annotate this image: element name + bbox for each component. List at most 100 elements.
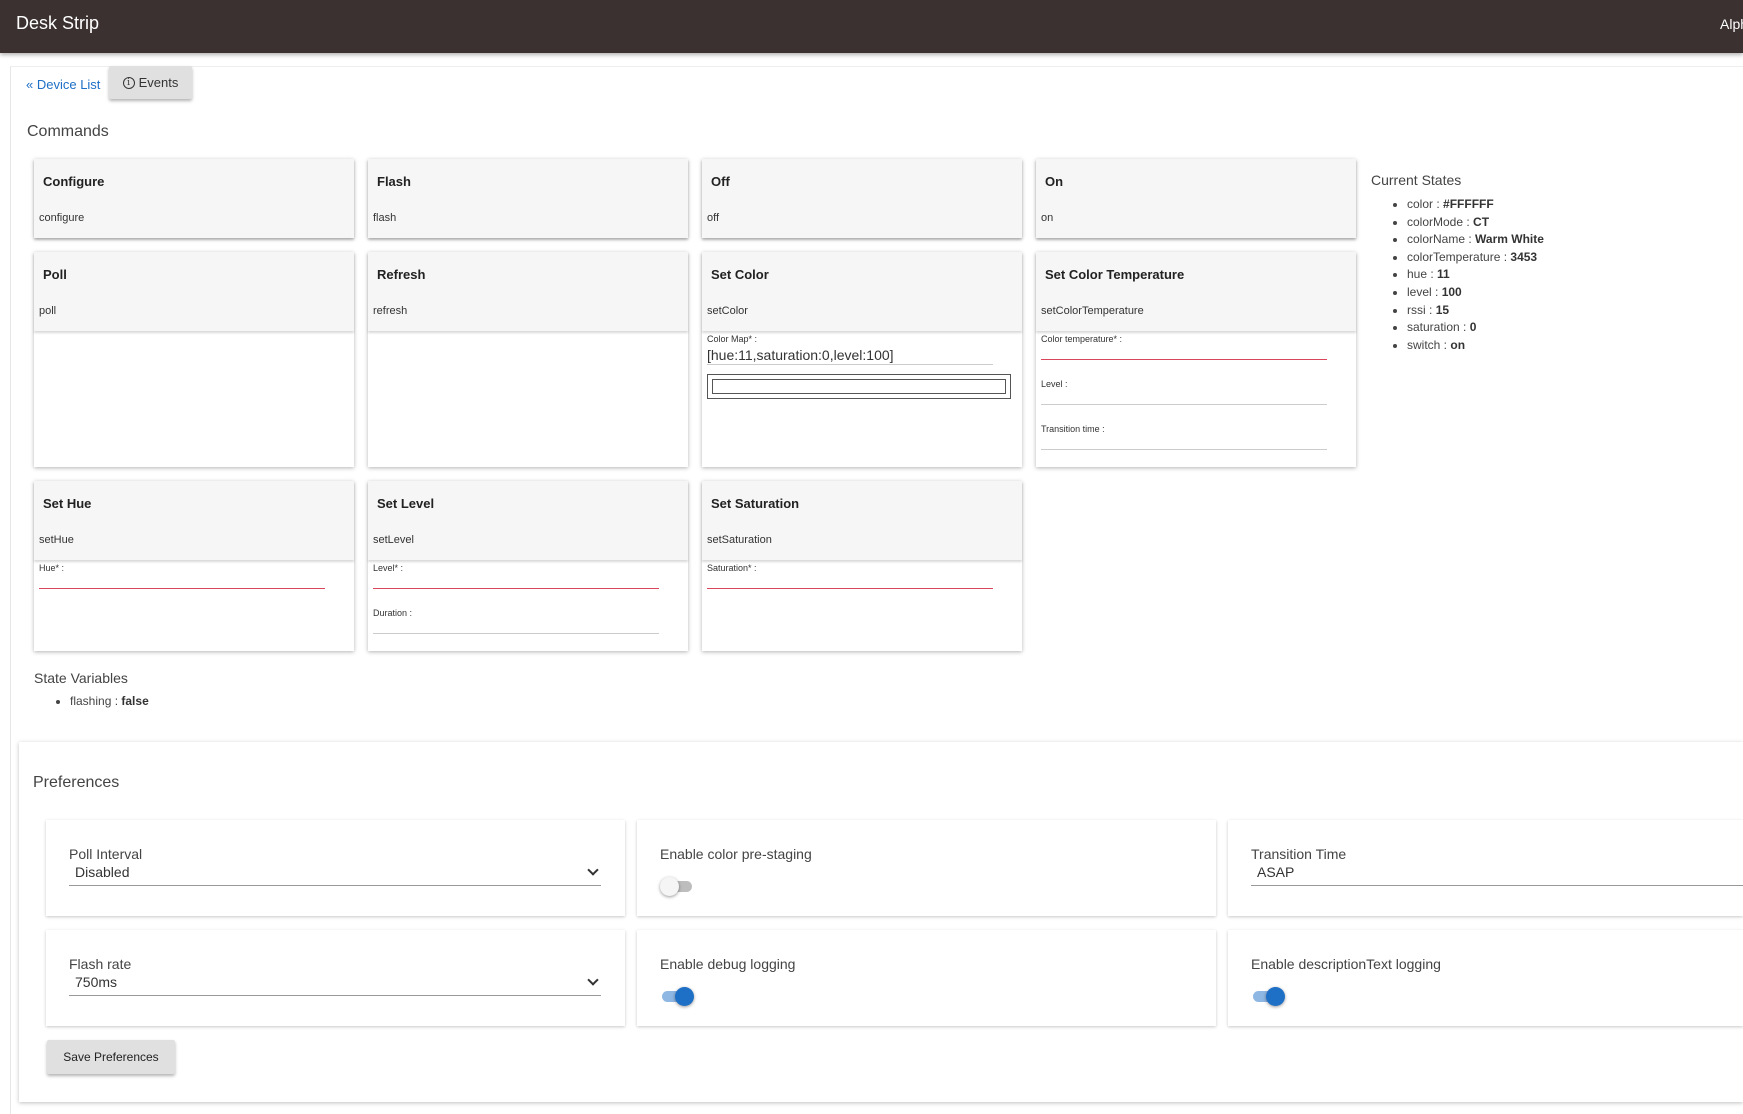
state-item: colorName : Warm White — [1407, 231, 1544, 249]
color-map-input[interactable]: [hue:11,saturation:0,level:100] — [707, 344, 993, 365]
command-method: setLevel — [373, 534, 414, 546]
command-method: off — [707, 212, 720, 224]
chevron-down-icon — [587, 864, 599, 876]
color-temperature-field: Color temperature* : — [1041, 334, 1327, 360]
duration-field: Duration : — [373, 608, 659, 634]
command-set-saturation: Set Saturation setSaturation Saturation*… — [702, 481, 1022, 651]
level-label: Level* : — [373, 563, 404, 573]
pref-transition-time: Transition Time ASAP — [1228, 820, 1743, 916]
command-set-hue: Set Hue setHue Hue* : — [34, 481, 354, 651]
color-swatch — [712, 379, 1006, 394]
level-label: Level : — [1041, 379, 1068, 389]
color-picker[interactable] — [707, 374, 1011, 399]
flash-rate-select[interactable]: 750ms — [69, 974, 601, 996]
level-input[interactable] — [373, 573, 659, 589]
configure-button[interactable]: Configure configure — [34, 159, 354, 238]
pref-debug-logging: Enable debug logging — [637, 930, 1216, 1026]
refresh-button[interactable]: Refresh refresh — [368, 252, 688, 331]
flash-rate-value: 750ms — [75, 974, 118, 990]
command-method: setHue — [39, 534, 74, 546]
command-flash: Flash flash — [368, 159, 688, 238]
set-level-button[interactable]: Set Level setLevel — [368, 481, 688, 560]
transition-time-label: Transition Time — [1251, 846, 1347, 862]
transition-time-input[interactable]: ASAP — [1251, 864, 1743, 886]
state-item: switch : on — [1407, 337, 1544, 355]
command-method: setColorTemperature — [1041, 305, 1144, 317]
off-button[interactable]: Off off — [702, 159, 1022, 238]
pref-poll-interval: Poll Interval Disabled — [46, 820, 625, 916]
save-preferences-button[interactable]: Save Preferences — [47, 1040, 175, 1074]
on-button[interactable]: On on — [1036, 159, 1356, 238]
command-method: poll — [39, 305, 57, 317]
color-map-field: Color Map* : [hue:11,saturation:0,level:… — [707, 334, 993, 365]
set-color-button[interactable]: Set Color setColor — [702, 252, 1022, 331]
pref-flash-rate: Flash rate 750ms — [46, 930, 625, 1026]
command-set-level: Set Level setLevel Level* : Duration : — [368, 481, 688, 651]
command-method: flash — [373, 212, 397, 224]
chevron-down-icon — [587, 974, 599, 986]
command-name: On — [1045, 174, 1064, 189]
state-item: rssi : 15 — [1407, 302, 1544, 320]
poll-interval-value: Disabled — [75, 864, 130, 880]
state-item: hue : 11 — [1407, 266, 1544, 284]
set-hue-button[interactable]: Set Hue setHue — [34, 481, 354, 560]
flash-rate-label: Flash rate — [69, 956, 132, 972]
debug-logging-toggle[interactable] — [660, 986, 694, 1006]
command-name: Set Color Temperature — [1045, 267, 1185, 282]
duration-label: Duration : — [373, 608, 413, 618]
color-temperature-input[interactable] — [1041, 344, 1327, 360]
set-saturation-button[interactable]: Set Saturation setSaturation — [702, 481, 1022, 560]
poll-button[interactable]: Poll poll — [34, 252, 354, 331]
state-item: colorTemperature : 3453 — [1407, 249, 1544, 267]
command-method: setColor — [707, 305, 748, 317]
poll-interval-select[interactable]: Disabled — [69, 864, 601, 886]
state-variable-item: flashing : false — [70, 694, 149, 708]
level-field: Level* : — [373, 563, 659, 589]
command-name: Poll — [43, 267, 67, 282]
command-set-color: Set Color setColor Color Map* : [hue:11,… — [702, 252, 1022, 467]
saturation-input[interactable] — [707, 573, 993, 589]
command-name: Set Color — [711, 267, 769, 282]
command-method: refresh — [373, 305, 408, 317]
command-configure: Configure configure — [34, 159, 354, 238]
hue-field: Hue* : — [39, 563, 325, 589]
state-item: saturation : 0 — [1407, 319, 1544, 337]
hub-name: Alph — [1720, 16, 1743, 32]
flash-button[interactable]: Flash flash — [368, 159, 688, 238]
command-method: setSaturation — [707, 534, 772, 546]
events-button[interactable]: i Events — [109, 66, 192, 99]
preferences-panel: Preferences Poll Interval Disabled Enabl… — [19, 742, 1743, 1102]
hue-input[interactable] — [39, 573, 325, 589]
command-set-color-temperature: Set Color Temperature setColorTemperatur… — [1036, 252, 1356, 467]
state-variables-title: State Variables — [34, 670, 128, 686]
current-states-title: Current States — [1371, 172, 1462, 188]
transition-time-input[interactable] — [1041, 434, 1327, 450]
description-logging-label: Enable descriptionText logging — [1251, 956, 1441, 972]
transition-time-field: Transition time : — [1041, 424, 1327, 450]
hue-label: Hue* : — [39, 563, 65, 573]
description-logging-toggle[interactable] — [1251, 986, 1285, 1006]
commands-title: Commands — [27, 123, 109, 140]
duration-input[interactable] — [373, 618, 659, 634]
device-list-link[interactable]: « Device List — [26, 77, 100, 92]
set-color-temperature-button[interactable]: Set Color Temperature setColorTemperatur… — [1036, 252, 1356, 331]
command-method: on — [1041, 212, 1054, 224]
color-prestaging-label: Enable color pre-staging — [660, 846, 812, 862]
transition-time-label: Transition time : — [1041, 424, 1105, 434]
command-name: Configure — [43, 174, 105, 189]
command-refresh: Refresh refresh — [368, 252, 688, 467]
level-input[interactable] — [1041, 389, 1327, 405]
current-states: Current States color : #FFFFFF colorMode… — [1371, 172, 1544, 354]
command-name: Refresh — [377, 267, 426, 282]
info-icon: i — [122, 76, 135, 89]
command-name: Flash — [377, 174, 411, 189]
poll-interval-label: Poll Interval — [69, 846, 143, 862]
debug-logging-label: Enable debug logging — [660, 956, 796, 972]
saturation-field: Saturation* : — [707, 563, 993, 589]
command-on: On on — [1036, 159, 1356, 238]
command-name: Set Level — [377, 496, 435, 511]
top-bar: Desk Strip Alph — [0, 0, 1743, 53]
color-prestaging-toggle[interactable] — [660, 876, 694, 896]
color-temperature-label: Color temperature* : — [1041, 334, 1123, 344]
saturation-label: Saturation* : — [707, 563, 757, 573]
